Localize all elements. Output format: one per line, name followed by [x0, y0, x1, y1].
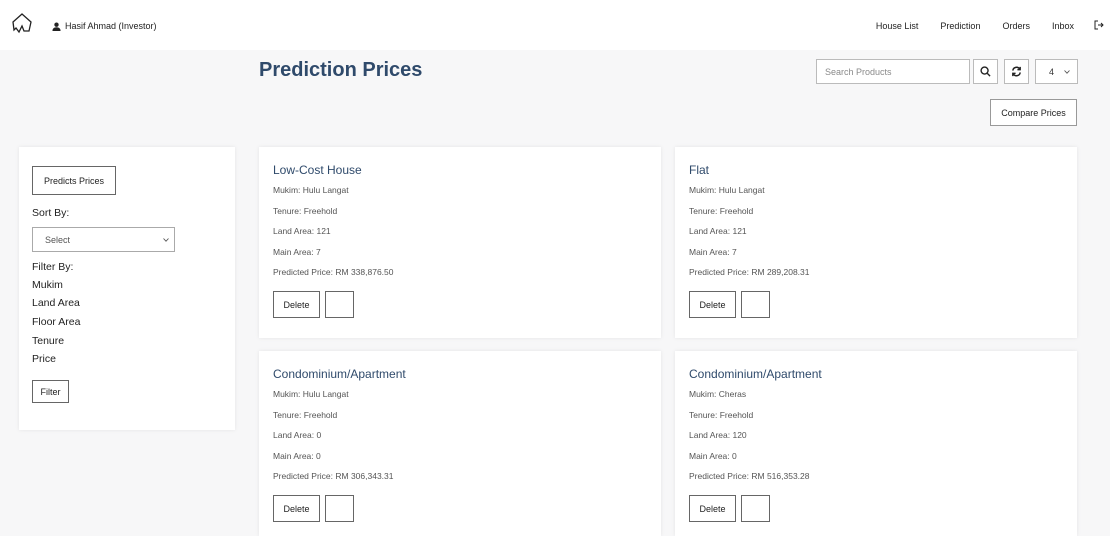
nav-inbox[interactable]: Inbox	[1052, 21, 1074, 31]
prediction-card: Condominium/Apartment Mukim: Cheras Tenu…	[675, 351, 1077, 536]
card-land-area: Land Area: 121	[273, 226, 331, 236]
user-name: Hasif Ahmad (Investor)	[65, 21, 157, 31]
card-predicted-price: Predicted Price: RM 338,876.50	[273, 267, 394, 277]
card-land-area: Land Area: 120	[689, 430, 747, 440]
card-mukim: Mukim: Hulu Langat	[689, 185, 765, 195]
delete-button[interactable]: Delete	[689, 291, 736, 318]
sort-by-label: Sort By:	[32, 207, 70, 219]
filter-option-land-area[interactable]: Land Area	[32, 297, 80, 309]
filter-button[interactable]: Filter	[32, 380, 69, 403]
search-icon	[980, 66, 991, 77]
page-size-select[interactable]: 4	[1035, 59, 1078, 84]
chevron-down-icon	[163, 237, 169, 242]
card-predicted-price: Predicted Price: RM 516,353.28	[689, 471, 810, 481]
logout-icon[interactable]	[1094, 20, 1104, 30]
card-land-area: Land Area: 0	[273, 430, 322, 440]
filter-by-label: Filter By:	[32, 261, 74, 273]
page-size-value: 4	[1049, 66, 1055, 77]
nav-prediction[interactable]: Prediction	[940, 21, 980, 31]
predicts-prices-button[interactable]: Predicts Prices	[32, 166, 116, 195]
card-predicted-price: Predicted Price: RM 289,208.31	[689, 267, 810, 277]
search-input[interactable]	[816, 59, 970, 84]
delete-button[interactable]: Delete	[689, 495, 736, 522]
card-action-button[interactable]	[741, 291, 770, 318]
card-title: Condominium/Apartment	[273, 367, 406, 381]
prediction-card: Condominium/Apartment Mukim: Hulu Langat…	[259, 351, 661, 536]
card-mukim: Mukim: Cheras	[689, 389, 747, 399]
page-title: Prediction Prices	[259, 59, 423, 81]
card-land-area: Land Area: 121	[689, 226, 747, 236]
top-navbar: Hasif Ahmad (Investor) House List Predic…	[0, 0, 1110, 50]
card-predicted-price: Predicted Price: RM 306,343.31	[273, 471, 394, 481]
user-info[interactable]: Hasif Ahmad (Investor)	[52, 21, 157, 31]
compare-prices-button[interactable]: Compare Prices	[990, 99, 1077, 126]
filter-option-mukim[interactable]: Mukim	[32, 279, 63, 291]
card-tenure: Tenure: Freehold	[689, 410, 754, 420]
nav-orders[interactable]: Orders	[1002, 21, 1030, 31]
nav-house-list[interactable]: House List	[876, 21, 919, 31]
card-main-area: Main Area: 7	[273, 247, 321, 257]
card-title: Low-Cost House	[273, 163, 362, 177]
card-title: Condominium/Apartment	[689, 367, 822, 381]
nav-links: House List Prediction Orders Inbox	[876, 21, 1074, 31]
filter-option-price[interactable]: Price	[32, 353, 56, 365]
card-tenure: Tenure: Freehold	[273, 410, 338, 420]
sort-select-value: Select	[45, 234, 71, 245]
filter-option-tenure[interactable]: Tenure	[32, 335, 64, 347]
chevron-down-icon	[1064, 69, 1070, 74]
filter-option-floor-area[interactable]: Floor Area	[32, 316, 80, 328]
filter-sidebar: Predicts Prices Sort By: Select Filter B…	[19, 147, 235, 430]
user-icon	[52, 22, 61, 31]
card-tenure: Tenure: Freehold	[689, 206, 754, 216]
prediction-card: Low-Cost House Mukim: Hulu Langat Tenure…	[259, 147, 661, 338]
house-logo-icon[interactable]	[10, 11, 34, 35]
card-tenure: Tenure: Freehold	[273, 206, 338, 216]
card-main-area: Main Area: 7	[689, 247, 737, 257]
delete-button[interactable]: Delete	[273, 291, 320, 318]
prediction-card: Flat Mukim: Hulu Langat Tenure: Freehold…	[675, 147, 1077, 338]
delete-button[interactable]: Delete	[273, 495, 320, 522]
sort-select[interactable]: Select	[32, 227, 175, 252]
refresh-icon	[1012, 66, 1021, 77]
card-main-area: Main Area: 0	[689, 451, 737, 461]
refresh-button[interactable]	[1004, 59, 1029, 84]
card-action-button[interactable]	[325, 291, 354, 318]
card-mukim: Mukim: Hulu Langat	[273, 389, 349, 399]
card-main-area: Main Area: 0	[273, 451, 321, 461]
search-button[interactable]	[973, 59, 998, 84]
card-action-button[interactable]	[741, 495, 770, 522]
card-action-button[interactable]	[325, 495, 354, 522]
card-mukim: Mukim: Hulu Langat	[273, 185, 349, 195]
card-title: Flat	[689, 163, 710, 177]
